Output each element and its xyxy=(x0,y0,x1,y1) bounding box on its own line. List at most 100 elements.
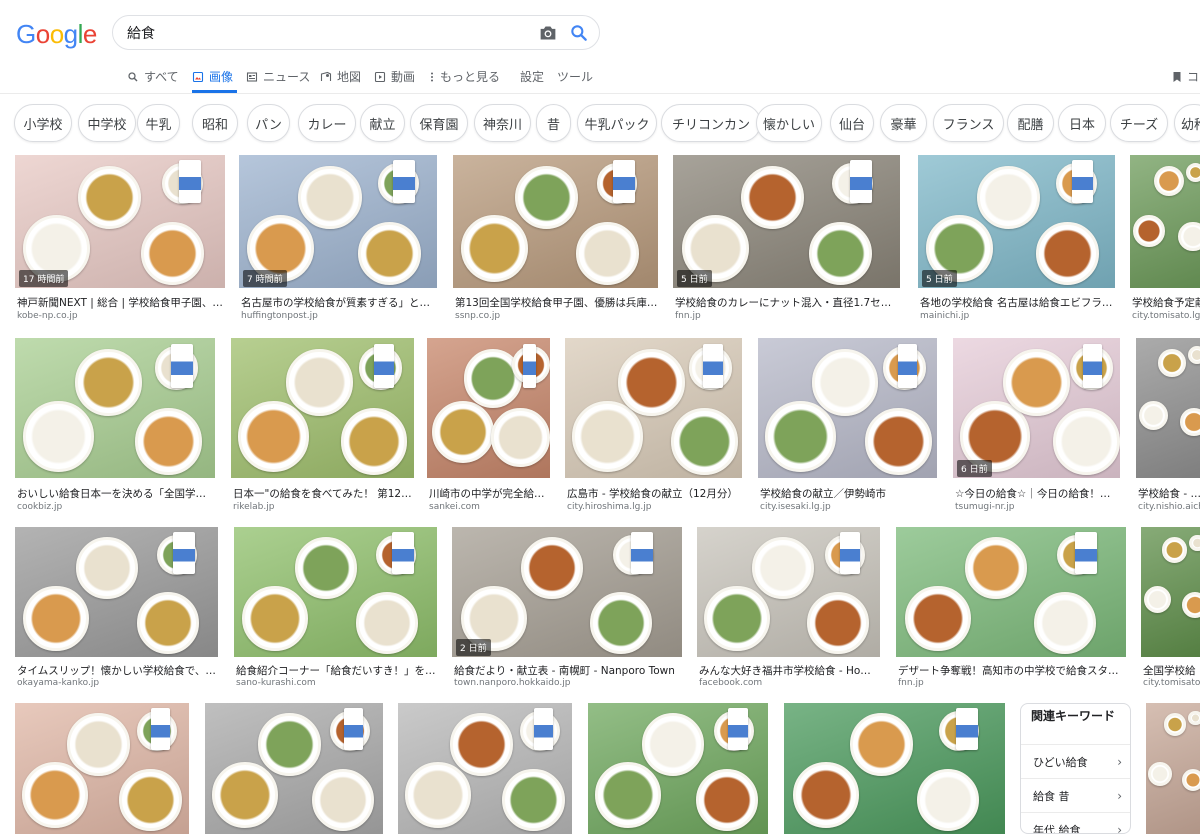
result-title[interactable]: 川崎市の中学が完全給食... xyxy=(429,486,550,501)
result-thumbnail[interactable]: 5 日前 xyxy=(918,155,1115,288)
result-thumbnail[interactable] xyxy=(234,527,437,657)
filter-chip[interactable]: パン xyxy=(247,104,290,142)
filter-chip[interactable]: 昭和 xyxy=(192,104,238,142)
result-title[interactable]: 第13回全国学校給食甲子園、優勝は兵庫県・... xyxy=(455,295,658,310)
filter-chip[interactable]: チーズ xyxy=(1110,104,1168,142)
image-result[interactable]: 7 時間前 名古屋市の学校給食が質素すぎる」とネッ... huffingtonpos… xyxy=(239,155,437,323)
result-title[interactable]: 名古屋市の学校給食が質素すぎる」とネッ... xyxy=(241,295,437,310)
result-title[interactable]: 学校給食のカレーにナット混入・直径1.7センチが... xyxy=(675,295,900,310)
image-result[interactable] xyxy=(784,703,1005,834)
result-thumbnail[interactable] xyxy=(453,155,658,288)
search-icon[interactable] xyxy=(569,23,589,43)
google-logo[interactable]: Google xyxy=(16,19,97,50)
result-title[interactable]: 給食だより・献立表 - 南幌町 - Nanporo Town xyxy=(454,663,682,678)
filter-chip[interactable]: 小学校 xyxy=(14,104,72,142)
result-thumbnail[interactable] xyxy=(588,703,768,834)
result-title[interactable]: 各地の学校給食 名古屋は給食エビフライ年... xyxy=(920,295,1115,310)
filter-chip[interactable]: カレー xyxy=(298,104,356,142)
result-thumbnail[interactable] xyxy=(896,527,1126,657)
result-thumbnail[interactable]: 2 日前 xyxy=(452,527,682,657)
tab-news[interactable]: ニュース xyxy=(246,60,310,93)
result-thumbnail[interactable] xyxy=(205,703,383,834)
result-thumbnail[interactable] xyxy=(565,338,742,478)
result-title[interactable]: 学校給食 - 西尾 xyxy=(1138,486,1200,501)
result-title[interactable]: タイムスリップ！懐かしい学校給食で、青春... xyxy=(17,663,218,678)
result-thumbnail[interactable] xyxy=(398,703,572,834)
filter-chip[interactable]: 保育園 xyxy=(410,104,468,142)
result-thumbnail[interactable]: 6 日前 xyxy=(953,338,1120,478)
result-title[interactable]: 学校給食の献立／伊勢崎市 xyxy=(760,486,937,501)
related-keyword-item[interactable]: 給食 昔 › xyxy=(1021,778,1130,812)
result-thumbnail[interactable] xyxy=(784,703,1005,834)
image-result[interactable]: タイムスリップ！懐かしい学校給食で、青春... okayama-kanko.jp xyxy=(15,527,218,690)
filter-chip[interactable]: 神奈川 xyxy=(474,104,531,142)
result-thumbnail[interactable] xyxy=(697,527,880,657)
tab-settings[interactable]: 設定 xyxy=(520,60,544,93)
tab-more[interactable]: もっと見る xyxy=(429,60,500,93)
result-thumbnail[interactable] xyxy=(231,338,414,478)
result-thumbnail[interactable] xyxy=(15,338,215,478)
filter-chip[interactable]: チリコンカン xyxy=(661,104,761,142)
filter-chip[interactable]: 中学校 xyxy=(78,104,136,142)
filter-chip[interactable]: 牛乳 xyxy=(137,104,180,142)
result-thumbnail[interactable]: 17 時間前 xyxy=(15,155,225,288)
result-thumbnail[interactable] xyxy=(15,703,189,834)
image-result[interactable]: 学校給食の献立／伊勢崎市 city.isesaki.lg.jp xyxy=(758,338,937,514)
result-title[interactable]: みんな大好き福井市学校給食 - Home | F... xyxy=(699,663,880,678)
tab-tools[interactable]: ツール xyxy=(557,60,593,93)
image-result[interactable] xyxy=(1146,703,1200,834)
filter-chip[interactable]: 仙台 xyxy=(830,104,874,142)
filter-chip[interactable]: 昔 xyxy=(536,104,571,142)
image-result[interactable] xyxy=(588,703,768,834)
result-thumbnail[interactable] xyxy=(758,338,937,478)
result-title[interactable]: おいしい給食日本一を決める「全国学校給... xyxy=(17,486,215,501)
result-title[interactable]: 広島市 - 学校給食の献立（12月分） xyxy=(567,486,742,501)
result-thumbnail[interactable] xyxy=(427,338,550,478)
image-result[interactable]: 5 日前 学校給食のカレーにナット混入・直径1.7センチが... fnn.jp xyxy=(673,155,900,323)
filter-chip[interactable]: 牛乳パック xyxy=(577,104,657,142)
image-result[interactable]: みんな大好き福井市学校給食 - Home | F...facebook.com xyxy=(697,527,880,690)
tab-all[interactable]: すべて xyxy=(127,60,179,93)
result-title[interactable]: 全国学校給 xyxy=(1143,663,1200,678)
image-result[interactable]: 全国学校給 city.tomisato xyxy=(1141,527,1200,690)
image-result[interactable]: 第13回全国学校給食甲子園、優勝は兵庫県・... ssnp.co.jp xyxy=(453,155,658,323)
image-result[interactable] xyxy=(15,703,189,834)
result-title[interactable]: 給食紹介コーナー「給食だいすき！」を公開... xyxy=(236,663,437,678)
image-result[interactable]: 6 日前 ☆今日の給食☆｜今日の給食！つむ... tsumugi-nr.jp xyxy=(953,338,1120,514)
image-result[interactable]: 2 日前 給食だより・献立表 - 南幌町 - Nanporo Town town.n… xyxy=(452,527,682,690)
result-title[interactable]: デザート争奪戦！高知市の中学校で給食スタート -... xyxy=(898,663,1126,678)
image-result[interactable]: デザート争奪戦！高知市の中学校で給食スタート -... fnn.jp xyxy=(896,527,1126,690)
camera-icon[interactable] xyxy=(538,24,558,42)
image-result[interactable]: おいしい給食日本一を決める「全国学校給... cookbiz.jp xyxy=(15,338,215,514)
tab-maps[interactable]: 地図 xyxy=(320,60,361,93)
image-result[interactable] xyxy=(398,703,572,834)
result-title[interactable]: 日本一"の給食を食べてみた！ 第12回全... xyxy=(233,486,414,501)
result-thumbnail[interactable]: 5 日前 xyxy=(673,155,900,288)
result-title[interactable]: 神戸新聞NEXT | 総合 | 学校給食甲子園、兵庫... xyxy=(17,295,225,310)
image-result[interactable]: 川崎市の中学が完全給食... sankei.com xyxy=(427,338,550,514)
filter-chip[interactable]: 献立 xyxy=(360,104,405,142)
related-keyword-item[interactable]: 年代 給食 › xyxy=(1021,812,1130,833)
filter-chip[interactable]: 豪華 xyxy=(880,104,927,142)
search-input[interactable] xyxy=(127,21,527,45)
tab-collections[interactable]: コレ xyxy=(1172,60,1200,93)
result-thumbnail[interactable] xyxy=(1130,155,1200,288)
image-result[interactable]: 17 時間前 神戸新聞NEXT | 総合 | 学校給食甲子園、兵庫... kobe-… xyxy=(15,155,225,323)
filter-chip[interactable]: 幼稚 xyxy=(1174,104,1200,142)
result-thumbnail[interactable] xyxy=(1136,338,1200,478)
tab-images[interactable]: 画像 xyxy=(192,60,238,93)
filter-chip[interactable]: フランス xyxy=(933,104,1004,142)
result-title[interactable]: ☆今日の給食☆｜今日の給食！つむ... xyxy=(955,486,1120,501)
image-result[interactable]: 学校給食予定献 city.tomisato.lg.j xyxy=(1130,155,1200,323)
image-result[interactable]: 日本一"の給食を食べてみた！ 第12回全... rikelab.jp xyxy=(231,338,414,514)
image-result[interactable] xyxy=(205,703,383,834)
filter-chip[interactable]: 懐かしい xyxy=(756,104,822,142)
image-result[interactable]: 5 日前 各地の学校給食 名古屋は給食エビフライ年... mainichi.jp xyxy=(918,155,1115,323)
result-thumbnail[interactable] xyxy=(1146,703,1200,834)
tab-videos[interactable]: 動画 xyxy=(374,60,415,93)
image-result[interactable]: 広島市 - 学校給食の献立（12月分） city.hiroshima.lg.jp xyxy=(565,338,742,514)
image-result[interactable]: 給食紹介コーナー「給食だいすき！」を公開... sano-kurashi.com xyxy=(234,527,437,690)
result-thumbnail[interactable]: 7 時間前 xyxy=(239,155,437,288)
image-result[interactable]: 学校給食 - 西尾city.nishio.aichi xyxy=(1136,338,1200,514)
result-thumbnail[interactable] xyxy=(15,527,218,657)
